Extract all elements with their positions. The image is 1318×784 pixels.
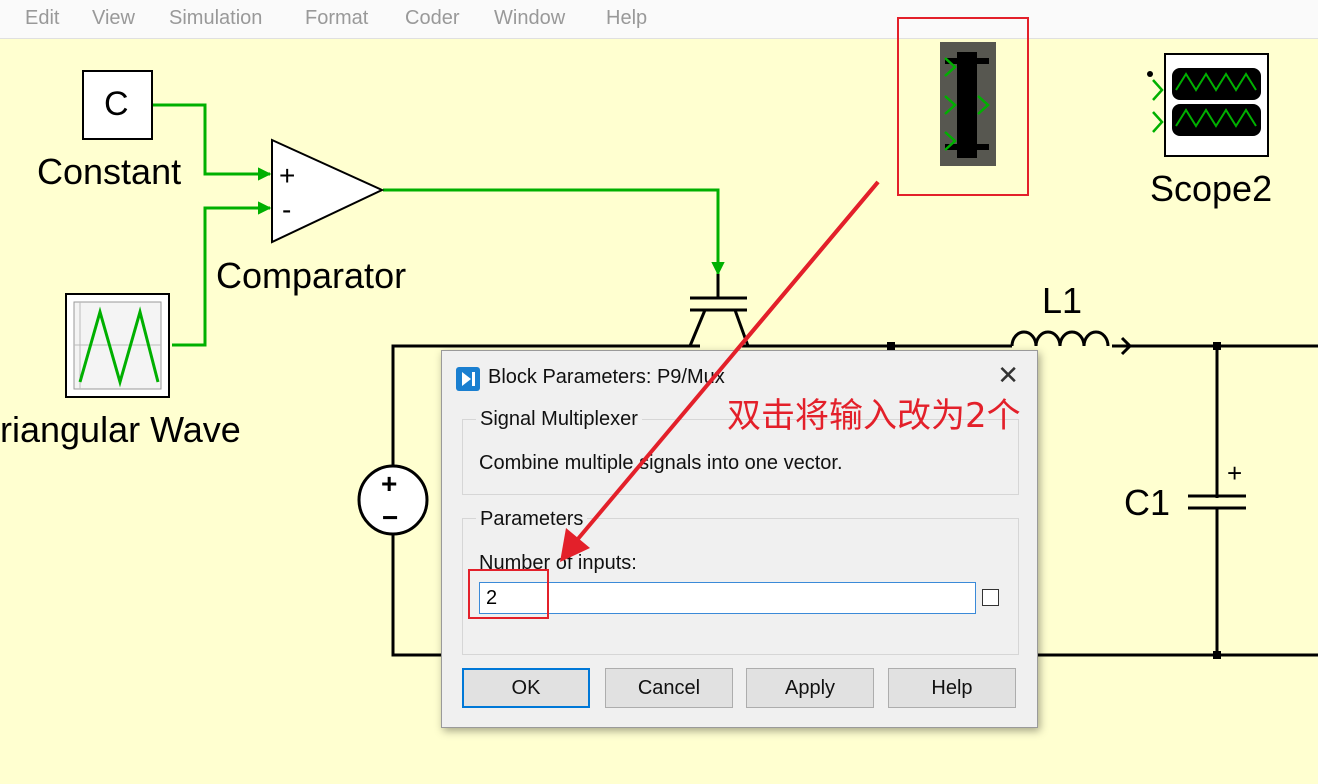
constant-label: Constant [37, 151, 182, 192]
menu-view[interactable]: View [92, 7, 135, 30]
menu-coder[interactable]: Coder [405, 7, 459, 30]
menu-format[interactable]: Format [305, 7, 368, 30]
triangular-wave-block[interactable] [65, 293, 170, 398]
number-of-inputs-field[interactable] [479, 582, 976, 614]
igbt-switch-symbol[interactable] [688, 274, 750, 347]
group-title-parameters: Parameters [476, 508, 588, 531]
scope2-label: Scope2 [1150, 168, 1273, 209]
menu-help[interactable]: Help [606, 7, 647, 30]
comparator-minus: - [282, 194, 292, 225]
comparator-plus: + [279, 160, 296, 191]
parameter-checkbox[interactable] [982, 589, 999, 606]
help-button[interactable]: Help [888, 668, 1016, 708]
constant-symbol: C [104, 85, 129, 123]
input-highlight-box [468, 569, 549, 619]
apply-button[interactable]: Apply [746, 668, 874, 708]
mux-highlight-box [897, 17, 1029, 196]
menu-simulation[interactable]: Simulation [169, 7, 262, 30]
mux-icon [456, 367, 480, 391]
menu-edit[interactable]: Edit [25, 7, 59, 30]
block-description: Combine multiple signals into one vector… [479, 452, 843, 474]
menu-window[interactable]: Window [494, 7, 565, 30]
source-minus: − [382, 502, 399, 533]
comparator-label: Comparator [216, 255, 407, 296]
scope2-block[interactable] [1147, 53, 1269, 157]
capacitor-label: C1 [1124, 482, 1171, 523]
annotation-text: 双击将输入改为2个 [727, 396, 1021, 436]
signal-wires [153, 103, 725, 347]
menu-bar: Edit View Simulation Format Coder Window… [0, 0, 1318, 39]
triangular-wave-label: riangular Wave [0, 409, 241, 450]
ok-button[interactable]: OK [462, 668, 590, 708]
source-plus: + [381, 468, 398, 499]
inductor-label: L1 [1042, 280, 1083, 321]
capacitor-plus: + [1227, 458, 1243, 488]
cancel-button[interactable]: Cancel [605, 668, 733, 708]
dialog-title: Block Parameters: P9/Mux [488, 366, 725, 388]
close-icon[interactable]: ✕ [997, 363, 1019, 389]
group-title-signal-multiplexer: Signal Multiplexer [476, 408, 642, 431]
